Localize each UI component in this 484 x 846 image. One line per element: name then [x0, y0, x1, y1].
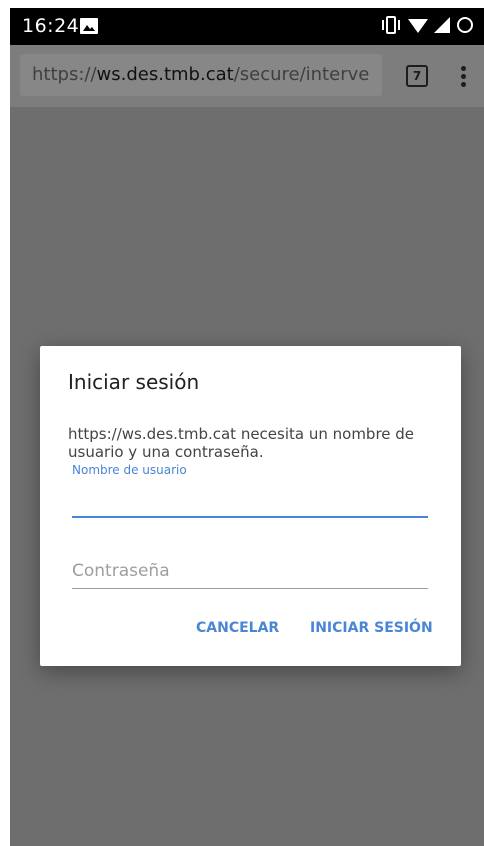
battery-icon: [457, 17, 473, 33]
login-button[interactable]: INICIAR SESIÓN: [310, 620, 433, 636]
dialog-message: https://ws.des.tmb.cat necesita un nombr…: [68, 425, 415, 461]
url-bar[interactable]: https://ws.des.tmb.cat/secure/interve: [20, 54, 382, 96]
password-input[interactable]: [72, 554, 428, 589]
url-scheme: https://: [32, 64, 97, 85]
status-icons: [380, 16, 474, 34]
status-time: 16:24: [22, 15, 80, 37]
status-bar: 16:24: [10, 8, 484, 45]
signal-icon: [434, 17, 450, 33]
username-label: Nombre de usuario: [72, 463, 187, 477]
screen: 16:24 https://ws.des.tmb.cat/secure/inte…: [10, 8, 484, 846]
dialog-title: Iniciar sesión: [68, 370, 200, 394]
overflow-menu-icon[interactable]: [460, 66, 468, 88]
url-path: /secure/interve: [233, 64, 370, 85]
username-input[interactable]: [72, 486, 428, 518]
vibrate-icon: [382, 16, 400, 34]
gallery-icon: [80, 18, 98, 34]
login-dialog: Iniciar sesión https://ws.des.tmb.cat ne…: [40, 346, 461, 666]
url-host: ws.des.tmb.cat: [96, 64, 234, 85]
cancel-button[interactable]: CANCELAR: [196, 620, 279, 636]
browser-toolbar: https://ws.des.tmb.cat/secure/interve 7: [10, 45, 484, 107]
tab-switcher-button[interactable]: 7: [406, 65, 428, 87]
url-text: https://ws.des.tmb.cat/secure/interve: [32, 64, 369, 85]
wifi-icon: [408, 19, 428, 33]
